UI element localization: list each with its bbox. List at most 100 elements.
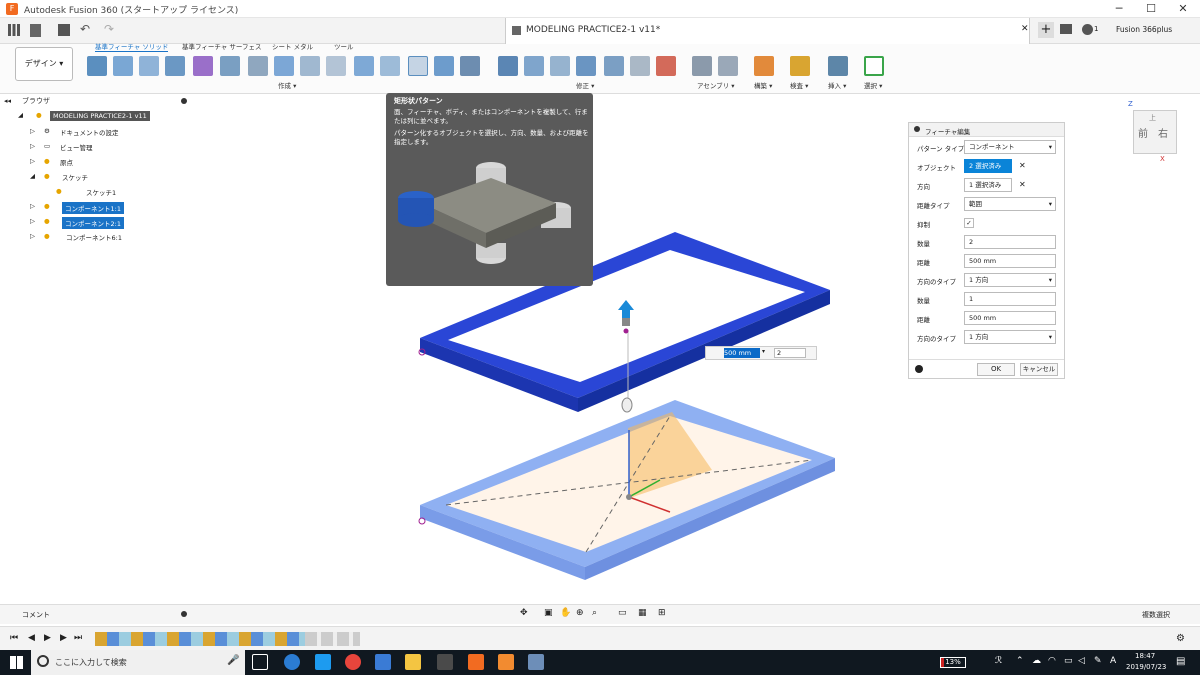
row-label: パターン タイプ — [917, 145, 965, 153]
direction-type-2-select[interactable]: 1 方向 ▾ — [964, 330, 1056, 344]
distance-2-input[interactable]: 500 mm — [964, 311, 1056, 325]
network-icon[interactable]: ▭ — [1064, 656, 1073, 666]
quantity-2-input[interactable]: 1 — [964, 292, 1056, 306]
panel-title: フィーチャ編集 — [925, 128, 971, 136]
ie-icon[interactable] — [315, 654, 331, 670]
row-objects: オブジェクト 2 選択済み ✕ — [909, 157, 1066, 176]
row-label: 距離タイプ — [917, 202, 950, 210]
zoom-window-icon[interactable]: ⌕ — [592, 608, 597, 618]
panel-header: フィーチャ編集 — [909, 123, 1064, 137]
panel-footer: OK キャンセル — [909, 359, 1064, 379]
notification-center-icon[interactable]: ▤ — [1176, 656, 1185, 667]
distance-1-input[interactable]: 500 mm — [964, 254, 1056, 268]
clear-objects-icon[interactable]: ✕ — [1019, 161, 1026, 170]
pattern-type-select[interactable]: コンポーネント ▾ — [964, 140, 1056, 154]
task-view-icon[interactable] — [252, 654, 268, 670]
ok-button[interactable]: OK — [977, 363, 1015, 376]
row-label: 方向のタイプ — [917, 278, 956, 286]
document-taskbar-icon[interactable] — [498, 654, 514, 670]
taskbar-search[interactable]: ここに入力して検索 🎤 — [31, 650, 245, 675]
row-pattern-type: パターン タイプ コンポーネント ▾ — [909, 138, 1066, 157]
feature-edit-panel: フィーチャ編集 パターン タイプ コンポーネント ▾ オブジェクト 2 選択済み … — [908, 122, 1065, 379]
distance-type-select[interactable]: 範囲 ▾ — [964, 197, 1056, 211]
fusion-taskbar-icon[interactable] — [468, 654, 484, 670]
cloud-icon[interactable]: ☁ — [1032, 656, 1041, 666]
clear-direction-icon[interactable]: ✕ — [1019, 180, 1026, 189]
panel-dot-icon[interactable] — [914, 126, 920, 132]
axis-x-label: X — [1160, 155, 1165, 163]
view-cube-top[interactable]: 上 — [1149, 113, 1156, 123]
edge-icon[interactable] — [284, 654, 300, 670]
timeline-last-icon[interactable]: ⏭ — [74, 633, 82, 643]
row-direction: 方向 1 選択済み ✕ — [909, 176, 1066, 195]
search-placeholder: ここに入力して検索 — [55, 658, 127, 667]
pan-icon[interactable]: ✋ — [560, 608, 571, 618]
tooltip-desc-2: パターン化するオブジェクトを選択し、方向、数量、および距離を指定します。 — [394, 129, 589, 146]
tooltip-title: 矩形状パターン — [394, 97, 443, 105]
dropdown-icon[interactable]: ▾ — [762, 348, 765, 355]
row-label: 距離 — [917, 259, 930, 267]
microphone-icon[interactable]: 🎤 — [227, 655, 239, 666]
pen-icon[interactable]: ✎ — [1094, 656, 1102, 666]
view-cube-right[interactable]: 右 — [1158, 125, 1168, 140]
navigation-bar: ✥ ▣ ✋ ⊕ ⌕ ▭ ▦ ⊞ — [520, 608, 675, 621]
objects-select-button[interactable]: 2 選択済み — [964, 159, 1012, 173]
windows-start-icon[interactable] — [10, 656, 23, 669]
view-cube[interactable]: 前 右 上 — [1133, 110, 1177, 154]
ime-indicator[interactable]: A — [1110, 656, 1116, 666]
timeline-next-icon[interactable]: ▶ — [60, 633, 67, 643]
look-at-icon[interactable]: ▣ — [544, 608, 553, 618]
row-quantity-1: 数量 2 — [909, 233, 1066, 252]
row-label: 数量 — [917, 240, 930, 248]
row-label: 抑制 — [917, 221, 930, 229]
grid-settings-icon[interactable]: ▦ — [638, 608, 647, 618]
chrome-icon[interactable] — [345, 654, 361, 670]
quantity-1-input[interactable]: 2 — [964, 235, 1056, 249]
timeline-play-icon[interactable]: ▶ — [44, 633, 51, 643]
multi-select-label: 複数選択 — [1142, 611, 1170, 619]
wifi-icon[interactable]: ◠ — [1048, 656, 1056, 666]
view-cube-front[interactable]: 前 — [1138, 125, 1148, 140]
windows-taskbar: ここに入力して検索 🎤 13% ℛ ⌃ ☁ ◠ ▭ ◁ ✎ A 18:47 20… — [0, 650, 1200, 675]
orbit-icon[interactable]: ✥ — [520, 608, 528, 618]
timeline-first-icon[interactable]: ⏮ — [10, 633, 18, 643]
direction-type-1-select[interactable]: 1 方向 ▾ — [964, 273, 1056, 287]
people-icon[interactable]: ℛ — [995, 656, 1002, 666]
timeline-feature-strip[interactable] — [95, 632, 305, 646]
timeline-suppressed-strip[interactable] — [305, 632, 360, 646]
zoom-icon[interactable]: ⊕ — [576, 608, 584, 618]
row-suppress: 抑制 ✓ — [909, 214, 1066, 233]
clock-time[interactable]: 18:47 — [1135, 652, 1155, 660]
canvas-count-input[interactable]: 2 — [774, 348, 806, 358]
volume-icon[interactable]: ◁ — [1078, 656, 1085, 666]
viewports-icon[interactable]: ⊞ — [658, 608, 666, 618]
row-quantity-2: 数量 1 — [909, 290, 1066, 309]
row-label: 距離 — [917, 316, 930, 324]
display-settings-icon[interactable]: ▭ — [618, 608, 627, 618]
cancel-button[interactable]: キャンセル — [1020, 363, 1058, 376]
axis-z-label: Z — [1128, 100, 1133, 108]
row-label: オブジェクト — [917, 164, 956, 172]
battery-indicator[interactable]: 13% — [940, 657, 966, 668]
comment-dot-icon[interactable] — [181, 611, 187, 617]
info-icon[interactable] — [915, 365, 923, 373]
store-icon[interactable] — [375, 654, 391, 670]
calculator-icon[interactable] — [437, 654, 453, 670]
row-direction-type-2: 方向のタイプ 1 方向 ▾ — [909, 328, 1066, 347]
timeline-prev-icon[interactable]: ◀ — [28, 633, 35, 643]
canvas-distance-input[interactable]: 500 mm — [724, 348, 760, 358]
row-distance-1: 距離 500 mm — [909, 252, 1066, 271]
canvas-input-group: 500 mm ▾ 2 — [705, 346, 817, 360]
clock-date[interactable]: 2019/07/23 — [1126, 663, 1166, 671]
suppress-checkbox[interactable]: ✓ — [964, 218, 974, 228]
tooltip-illustration — [398, 162, 571, 264]
app-taskbar-icon[interactable] — [528, 654, 544, 670]
row-label: 数量 — [917, 297, 930, 305]
row-distance-2: 距離 500 mm — [909, 309, 1066, 328]
explorer-icon[interactable] — [405, 654, 421, 670]
cortana-icon — [37, 655, 49, 667]
row-distance-type: 距離タイプ 範囲 ▾ — [909, 195, 1066, 214]
tray-chevron-icon[interactable]: ⌃ — [1016, 656, 1024, 666]
direction-select-button[interactable]: 1 選択済み — [964, 178, 1012, 192]
timeline-settings-icon[interactable]: ⚙ — [1176, 633, 1185, 644]
